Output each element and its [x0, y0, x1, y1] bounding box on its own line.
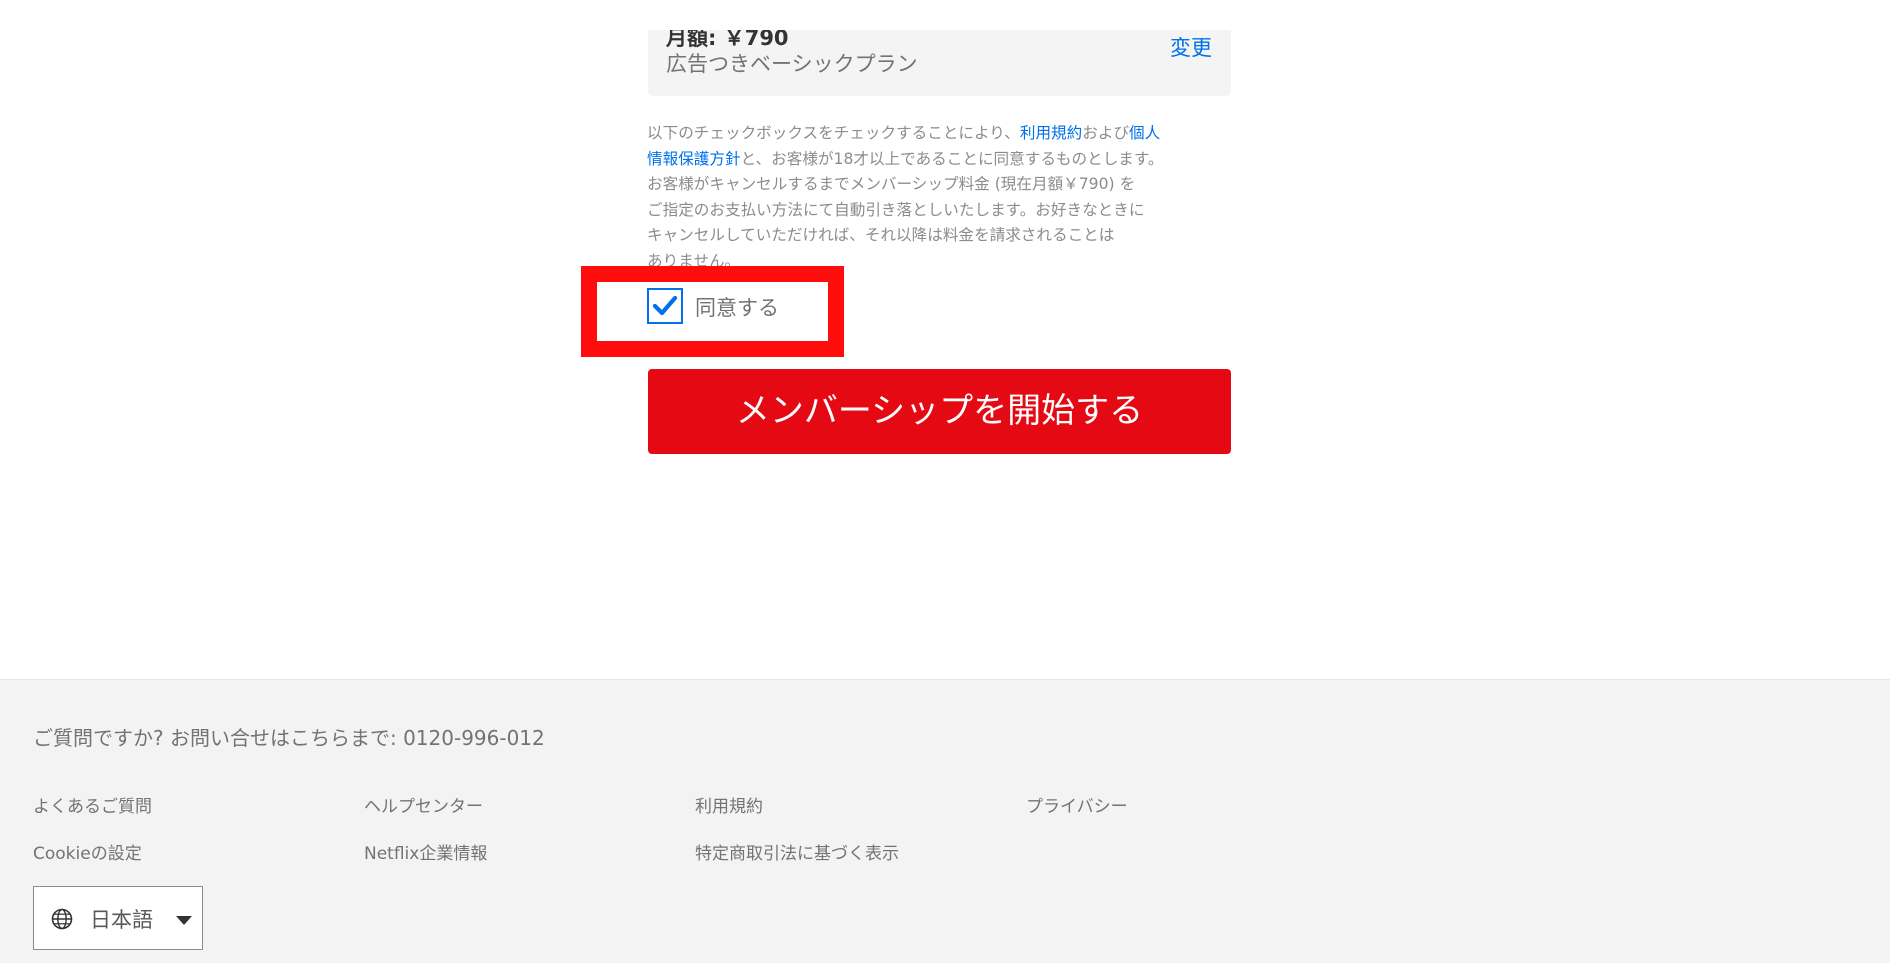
- start-membership-button[interactable]: メンバーシップを開始する: [648, 369, 1231, 454]
- language-select[interactable]: 日本語: [33, 886, 203, 950]
- phone-link[interactable]: 0120-996-012: [403, 726, 545, 750]
- footer-contact: ご質問ですか? お問い合せはこちらまで: 0120-996-012: [33, 722, 545, 751]
- terms-line-1: 以下のチェックボックスをチェックすることにより、利用規約および個人: [647, 121, 1247, 147]
- footer-link-privacy[interactable]: プライバシー: [1026, 792, 1128, 817]
- footer-link-cookie-settings[interactable]: Cookieの設定: [33, 839, 142, 864]
- footer-link-corporate-info[interactable]: Netflix企業情報: [364, 839, 487, 864]
- plan-name: 広告つきベーシックプラン: [666, 52, 918, 76]
- terms-text: および: [1082, 124, 1130, 142]
- terms-line-5: キャンセルしていただければ、それ以降は料金を請求されることは: [647, 226, 1115, 244]
- footer-link-terms[interactable]: 利用規約: [695, 792, 763, 817]
- terms-of-use-link[interactable]: 利用規約: [1020, 124, 1082, 142]
- terms-line-3: お客様がキャンセルするまでメンバーシップ料金 (現在月額￥790) を: [647, 175, 1136, 193]
- footer-link-help-center[interactable]: ヘルプセンター: [364, 792, 483, 817]
- checkmark-icon: [652, 295, 678, 316]
- footer-link-faq[interactable]: よくあるご質問: [33, 792, 152, 817]
- terms-line-2: 情報保護方針と、お客様が18才以上であることに同意するものとします。: [647, 147, 1247, 173]
- privacy-policy-link-cont[interactable]: 情報保護方針: [647, 150, 741, 168]
- agree-checkbox[interactable]: [647, 288, 683, 324]
- agree-label[interactable]: 同意する: [695, 292, 779, 322]
- globe-icon: [51, 908, 73, 930]
- footer: ご質問ですか? お問い合せはこちらまで: 0120-996-012 よくあるご質…: [0, 679, 1890, 963]
- language-label: 日本語: [90, 908, 153, 932]
- terms-notice: 以下のチェックボックスをチェックすることにより、利用規約および個人 情報保護方針…: [647, 121, 1247, 269]
- terms-text: と、お客様が18才以上であることに同意するものとします。: [740, 149, 1164, 168]
- change-plan-link[interactable]: 変更: [1170, 32, 1212, 62]
- contact-text: ご質問ですか? お問い合せはこちらまで:: [33, 726, 404, 750]
- chevron-down-icon: [176, 916, 192, 925]
- terms-line-4: ご指定のお支払い方法にて自動引き落としいたします。お好きなときに: [647, 200, 1145, 219]
- top-scroll-edge: [0, 0, 1890, 30]
- privacy-policy-link[interactable]: 個人: [1129, 124, 1160, 142]
- terms-text: 以下のチェックボックスをチェックすることにより、: [647, 124, 1020, 142]
- footer-link-legal-notice[interactable]: 特定商取引法に基づく表示: [695, 839, 899, 864]
